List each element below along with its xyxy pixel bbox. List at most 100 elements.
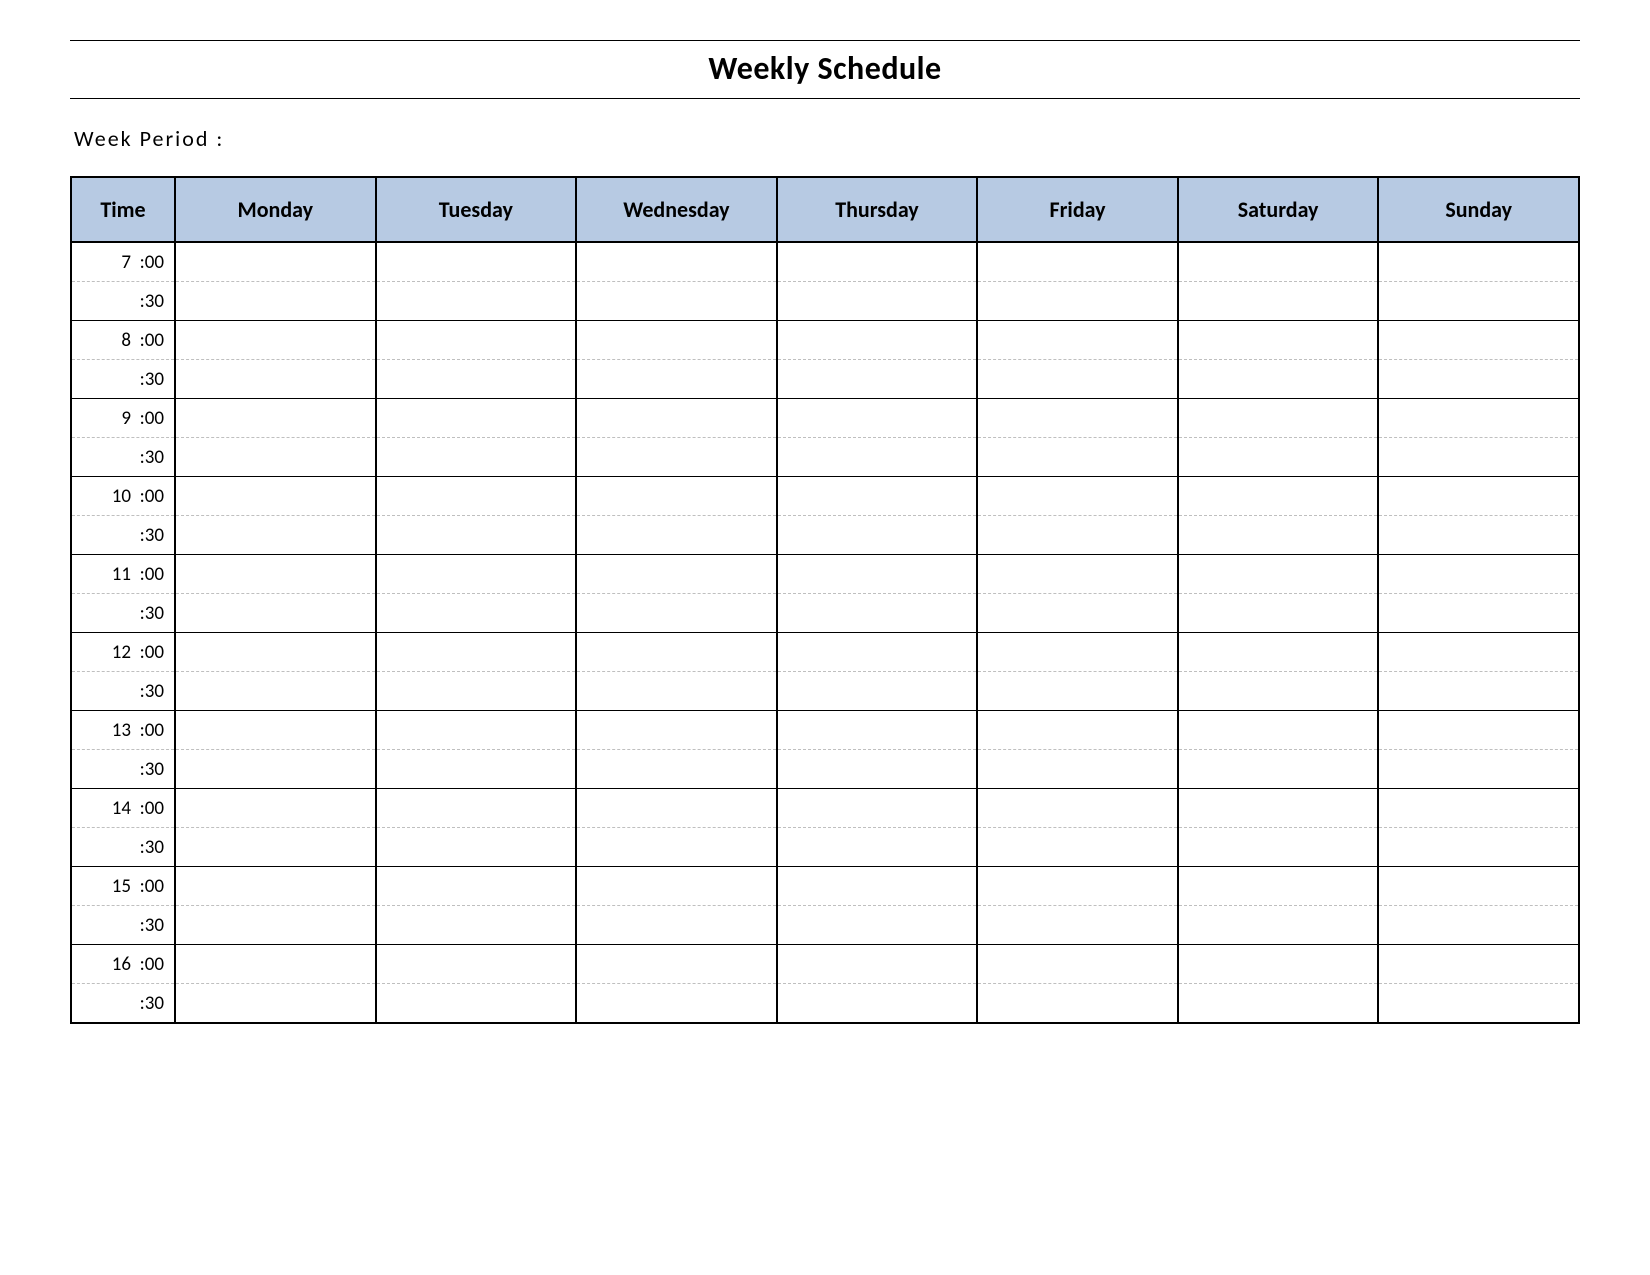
schedule-cell[interactable] [175,789,376,828]
schedule-cell[interactable] [175,633,376,672]
schedule-cell[interactable] [777,399,978,438]
schedule-cell[interactable] [777,906,978,945]
schedule-cell[interactable] [376,672,577,711]
schedule-cell[interactable] [376,282,577,321]
schedule-cell[interactable] [576,242,777,282]
schedule-cell[interactable] [977,789,1178,828]
schedule-cell[interactable] [576,360,777,399]
schedule-cell[interactable] [1178,477,1379,516]
schedule-cell[interactable] [1378,789,1579,828]
schedule-cell[interactable] [1178,828,1379,867]
schedule-cell[interactable] [175,360,376,399]
schedule-cell[interactable] [175,750,376,789]
schedule-cell[interactable] [1378,438,1579,477]
schedule-cell[interactable] [1378,477,1579,516]
schedule-cell[interactable] [175,672,376,711]
schedule-cell[interactable] [376,906,577,945]
schedule-cell[interactable] [376,867,577,906]
schedule-cell[interactable] [1378,984,1579,1024]
schedule-cell[interactable] [1178,516,1379,555]
schedule-cell[interactable] [1178,945,1379,984]
schedule-cell[interactable] [977,555,1178,594]
schedule-cell[interactable] [777,867,978,906]
schedule-cell[interactable] [1378,321,1579,360]
schedule-cell[interactable] [175,516,376,555]
schedule-cell[interactable] [777,711,978,750]
schedule-cell[interactable] [576,984,777,1024]
schedule-cell[interactable] [576,594,777,633]
schedule-cell[interactable] [977,750,1178,789]
schedule-cell[interactable] [977,360,1178,399]
schedule-cell[interactable] [576,516,777,555]
schedule-cell[interactable] [1178,789,1379,828]
schedule-cell[interactable] [1378,242,1579,282]
schedule-cell[interactable] [777,984,978,1024]
schedule-cell[interactable] [1378,633,1579,672]
schedule-cell[interactable] [1378,867,1579,906]
schedule-cell[interactable] [376,945,577,984]
schedule-cell[interactable] [777,750,978,789]
schedule-cell[interactable] [1378,516,1579,555]
schedule-cell[interactable] [1178,906,1379,945]
schedule-cell[interactable] [576,906,777,945]
schedule-cell[interactable] [175,594,376,633]
schedule-cell[interactable] [376,438,577,477]
schedule-cell[interactable] [777,282,978,321]
schedule-cell[interactable] [1178,984,1379,1024]
schedule-cell[interactable] [977,672,1178,711]
schedule-cell[interactable] [1178,633,1379,672]
schedule-cell[interactable] [576,867,777,906]
schedule-cell[interactable] [576,945,777,984]
schedule-cell[interactable] [576,438,777,477]
schedule-cell[interactable] [1178,321,1379,360]
schedule-cell[interactable] [175,321,376,360]
schedule-cell[interactable] [376,555,577,594]
schedule-cell[interactable] [1378,399,1579,438]
schedule-cell[interactable] [1178,360,1379,399]
schedule-cell[interactable] [1178,555,1379,594]
schedule-cell[interactable] [376,399,577,438]
schedule-cell[interactable] [777,828,978,867]
schedule-cell[interactable] [1378,906,1579,945]
schedule-cell[interactable] [777,438,978,477]
schedule-cell[interactable] [1178,672,1379,711]
schedule-cell[interactable] [977,282,1178,321]
schedule-cell[interactable] [175,555,376,594]
schedule-cell[interactable] [977,945,1178,984]
schedule-cell[interactable] [576,477,777,516]
schedule-cell[interactable] [1378,360,1579,399]
schedule-cell[interactable] [977,477,1178,516]
schedule-cell[interactable] [777,360,978,399]
schedule-cell[interactable] [175,984,376,1024]
schedule-cell[interactable] [977,906,1178,945]
schedule-cell[interactable] [376,516,577,555]
schedule-cell[interactable] [175,828,376,867]
schedule-cell[interactable] [977,984,1178,1024]
schedule-cell[interactable] [376,321,577,360]
schedule-cell[interactable] [777,594,978,633]
schedule-cell[interactable] [576,711,777,750]
schedule-cell[interactable] [576,672,777,711]
schedule-cell[interactable] [576,282,777,321]
schedule-cell[interactable] [777,477,978,516]
schedule-cell[interactable] [376,594,577,633]
schedule-cell[interactable] [376,750,577,789]
schedule-cell[interactable] [175,399,376,438]
schedule-cell[interactable] [977,867,1178,906]
schedule-cell[interactable] [777,789,978,828]
schedule-cell[interactable] [977,438,1178,477]
schedule-cell[interactable] [175,242,376,282]
schedule-cell[interactable] [977,633,1178,672]
schedule-cell[interactable] [977,321,1178,360]
schedule-cell[interactable] [1178,242,1379,282]
schedule-cell[interactable] [376,984,577,1024]
schedule-cell[interactable] [1178,594,1379,633]
schedule-cell[interactable] [376,477,577,516]
schedule-cell[interactable] [376,633,577,672]
schedule-cell[interactable] [1178,750,1379,789]
schedule-cell[interactable] [1378,594,1579,633]
schedule-cell[interactable] [1178,399,1379,438]
schedule-cell[interactable] [1378,555,1579,594]
schedule-cell[interactable] [977,828,1178,867]
schedule-cell[interactable] [1378,750,1579,789]
